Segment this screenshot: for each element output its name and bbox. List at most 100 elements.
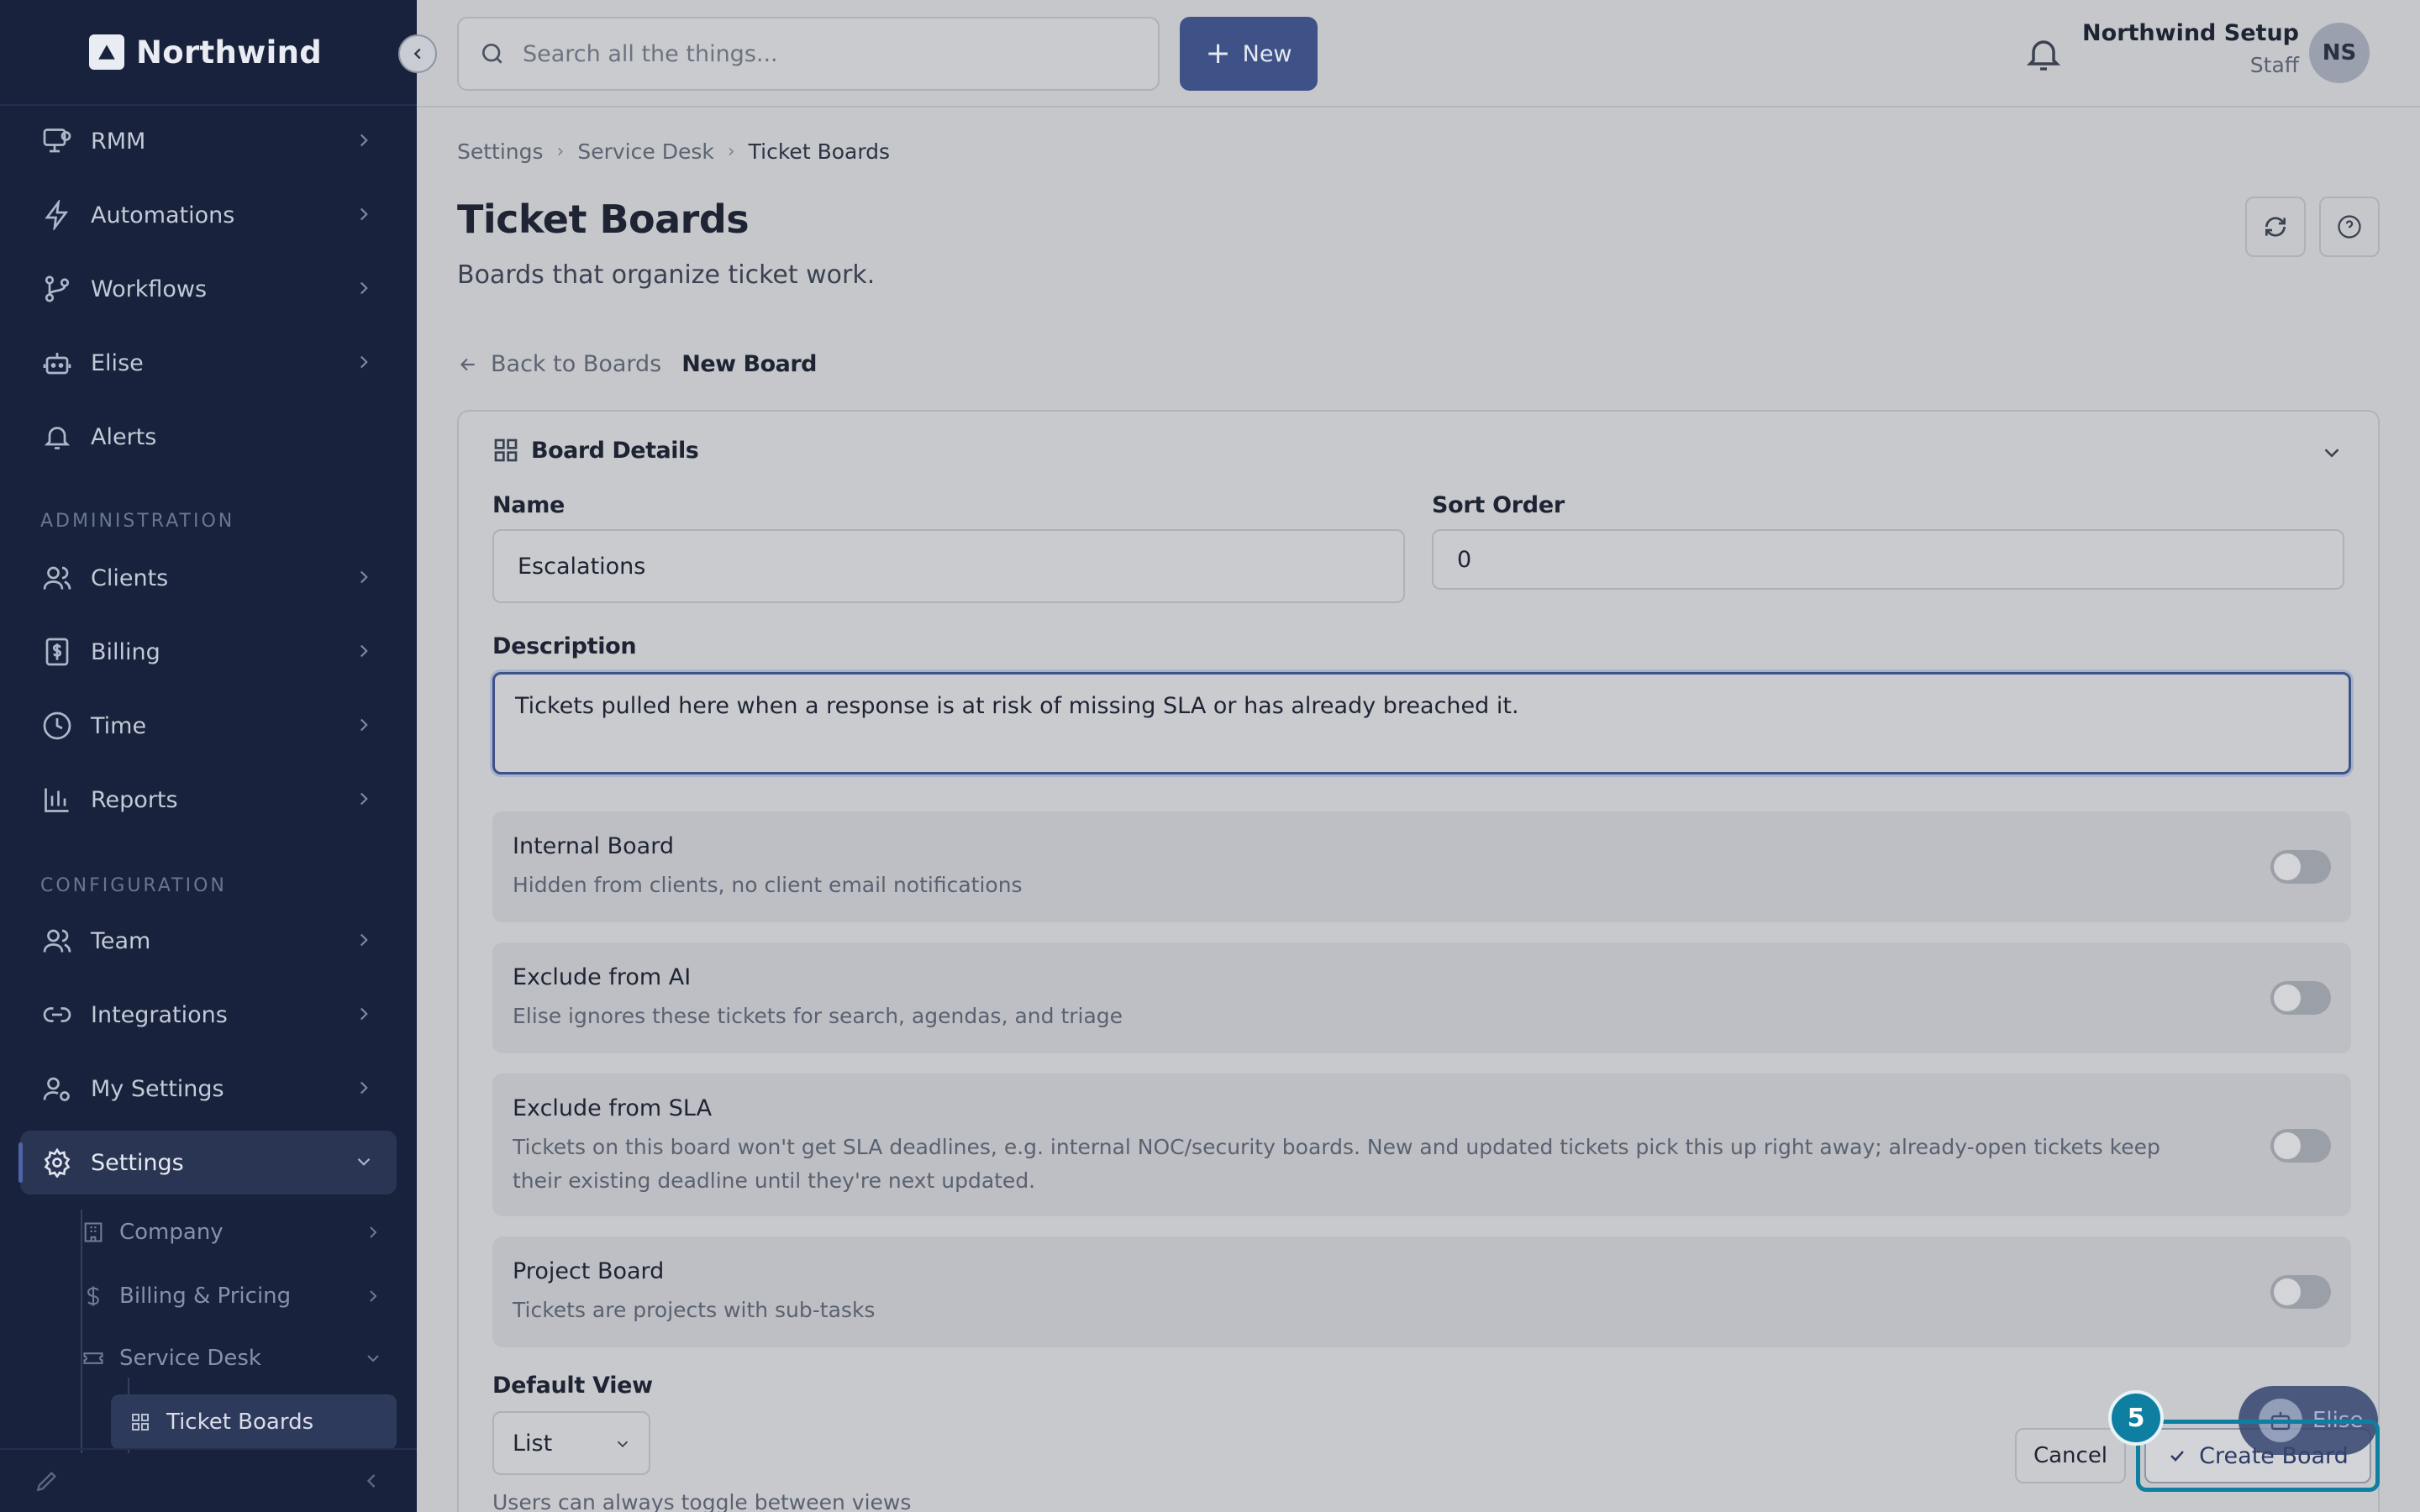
sidebar-item-elise[interactable]: Elise xyxy=(20,331,397,395)
search-input[interactable] xyxy=(523,40,1111,67)
sidebar-item-integrations[interactable]: Integrations xyxy=(20,983,397,1047)
sidebar-item-label: Settings xyxy=(91,1149,184,1176)
back-row: Back to Boards New Board xyxy=(457,351,817,377)
sidebar-item-time[interactable]: Time xyxy=(20,694,397,758)
sidebar-item-alerts[interactable]: Alerts xyxy=(20,405,397,469)
chevron-right-icon xyxy=(360,281,368,295)
breadcrumb-service-desk[interactable]: Service Desk xyxy=(577,139,713,164)
chevron-down-icon xyxy=(617,1441,629,1448)
exclude-ai-toggle[interactable] xyxy=(2270,981,2331,1015)
sidebar-subitem-billing-pricing[interactable]: Billing & Pricing xyxy=(64,1268,397,1324)
bar-chart-icon xyxy=(40,783,74,816)
sidebar-item-rmm[interactable]: RMM xyxy=(20,109,397,173)
toggle-title: Internal Board xyxy=(513,833,674,859)
chevron-right-icon: › xyxy=(727,141,735,162)
sidebar-toggle-button[interactable] xyxy=(398,34,437,73)
elise-assistant-button[interactable]: Elise xyxy=(2238,1386,2378,1455)
project-board-toggle[interactable] xyxy=(2270,1275,2331,1309)
sidebar-item-label: Reports xyxy=(91,786,178,813)
sidebar-item-automations[interactable]: Automations xyxy=(20,183,397,247)
name-field[interactable]: Escalations xyxy=(492,529,1405,603)
sidebar-item-label: My Settings xyxy=(91,1075,224,1102)
new-button[interactable]: + New xyxy=(1180,17,1318,91)
dollar-icon xyxy=(81,1284,106,1309)
chevron-right-icon xyxy=(370,1290,377,1302)
toggle-row-exclude-sla: Exclude from SLA Tickets on this board w… xyxy=(492,1074,2351,1216)
avatar[interactable]: NS xyxy=(2309,23,2370,83)
user-name: Northwind Setup xyxy=(2082,20,2299,46)
description-label: Description xyxy=(492,633,637,659)
default-view-label: Default View xyxy=(492,1373,653,1399)
gear-icon xyxy=(40,1146,74,1179)
chevron-down-icon xyxy=(357,1158,371,1166)
default-view-value: List xyxy=(513,1430,553,1457)
sidebar-item-label: Automations xyxy=(91,202,235,228)
collapse-sidebar-icon[interactable] xyxy=(360,1469,383,1493)
board-details-card: Board Details Name Escalations Sort Orde… xyxy=(457,410,2380,1512)
new-button-label: New xyxy=(1242,40,1292,67)
grid-icon xyxy=(494,438,518,462)
bell-icon xyxy=(40,420,74,454)
sidebar-item-label: Alerts xyxy=(91,423,157,450)
current-view-label: New Board xyxy=(681,351,817,377)
notifications-bell-icon[interactable] xyxy=(2023,34,2064,74)
sidebar-subitem-label: Billing & Pricing xyxy=(119,1284,292,1309)
check-icon xyxy=(2170,1451,2185,1462)
edit-icon[interactable] xyxy=(34,1467,60,1494)
help-button[interactable] xyxy=(2319,197,2380,257)
cancel-button[interactable]: Cancel xyxy=(2015,1428,2126,1483)
search-box[interactable] xyxy=(457,17,1160,91)
breadcrumb-settings[interactable]: Settings xyxy=(457,139,544,164)
toggle-title: Project Board xyxy=(513,1258,665,1284)
user-role: Staff xyxy=(2249,53,2299,77)
sidebar-subitem-ticket-boards[interactable]: Ticket Boards xyxy=(111,1394,397,1450)
page-subtitle: Boards that organize ticket work. xyxy=(457,260,876,290)
card-title: Board Details xyxy=(531,437,699,464)
refresh-button[interactable] xyxy=(2245,197,2306,257)
user-menu[interactable]: Northwind Setup Staff xyxy=(2082,20,2299,77)
robot-icon xyxy=(40,346,74,380)
help-icon xyxy=(2338,215,2361,239)
breadcrumb-ticket-boards: Ticket Boards xyxy=(748,139,891,164)
sidebar-subitem-label: Ticket Boards xyxy=(166,1410,314,1435)
sidebar-item-my-settings[interactable]: My Settings xyxy=(20,1057,397,1121)
sidebar-item-billing[interactable]: Billing xyxy=(20,620,397,684)
toggle-title: Exclude from AI xyxy=(513,964,692,990)
chevron-right-icon xyxy=(360,134,368,147)
sidebar-item-label: RMM xyxy=(91,128,146,155)
sidebar-item-reports[interactable]: Reports xyxy=(20,768,397,832)
bolt-icon xyxy=(40,198,74,232)
chevron-down-icon xyxy=(367,1355,379,1362)
users-icon xyxy=(40,561,74,595)
grid-icon xyxy=(128,1410,153,1435)
toggle-row-project-board: Project Board Tickets are projects with … xyxy=(492,1236,2351,1347)
back-label: Back to Boards xyxy=(491,351,662,377)
description-field[interactable]: Tickets pulled here when a response is a… xyxy=(492,672,2351,774)
brand-logo[interactable]: Northwind xyxy=(0,0,417,106)
internal-board-toggle[interactable] xyxy=(2270,850,2331,884)
chevron-down-icon[interactable] xyxy=(2319,440,2344,465)
exclude-sla-toggle[interactable] xyxy=(2270,1129,2331,1163)
sidebar-subitem-service-desk[interactable]: Service Desk xyxy=(64,1331,397,1386)
logo-icon xyxy=(89,34,124,70)
name-label: Name xyxy=(492,492,566,518)
search-icon xyxy=(482,44,502,64)
chevron-left-icon xyxy=(413,48,421,60)
section-label-administration: ADMINISTRATION xyxy=(40,511,235,532)
sidebar-subitem-company[interactable]: Company xyxy=(64,1205,397,1260)
default-view-select[interactable]: List xyxy=(492,1411,650,1475)
sidebar-item-settings[interactable]: Settings xyxy=(18,1131,397,1194)
toggle-desc: Tickets are projects with sub-tasks xyxy=(513,1298,876,1322)
main-content: Settings › Service Desk › Ticket Boards … xyxy=(417,109,2420,1512)
breadcrumb: Settings › Service Desk › Ticket Boards xyxy=(457,139,890,164)
back-to-boards-link[interactable]: Back to Boards xyxy=(457,351,661,377)
robot-icon xyxy=(2259,1399,2302,1442)
sidebar-item-workflows[interactable]: Workflows xyxy=(20,257,397,321)
chevron-right-icon xyxy=(360,1081,368,1095)
sidebar-item-clients[interactable]: Clients xyxy=(20,546,397,610)
card-header[interactable]: Board Details xyxy=(492,437,699,464)
sort-order-field[interactable]: 0 xyxy=(1432,529,2344,590)
sort-order-label: Sort Order xyxy=(1432,492,1565,518)
refresh-icon xyxy=(2265,217,2286,237)
sidebar-item-team[interactable]: Team xyxy=(20,909,397,973)
